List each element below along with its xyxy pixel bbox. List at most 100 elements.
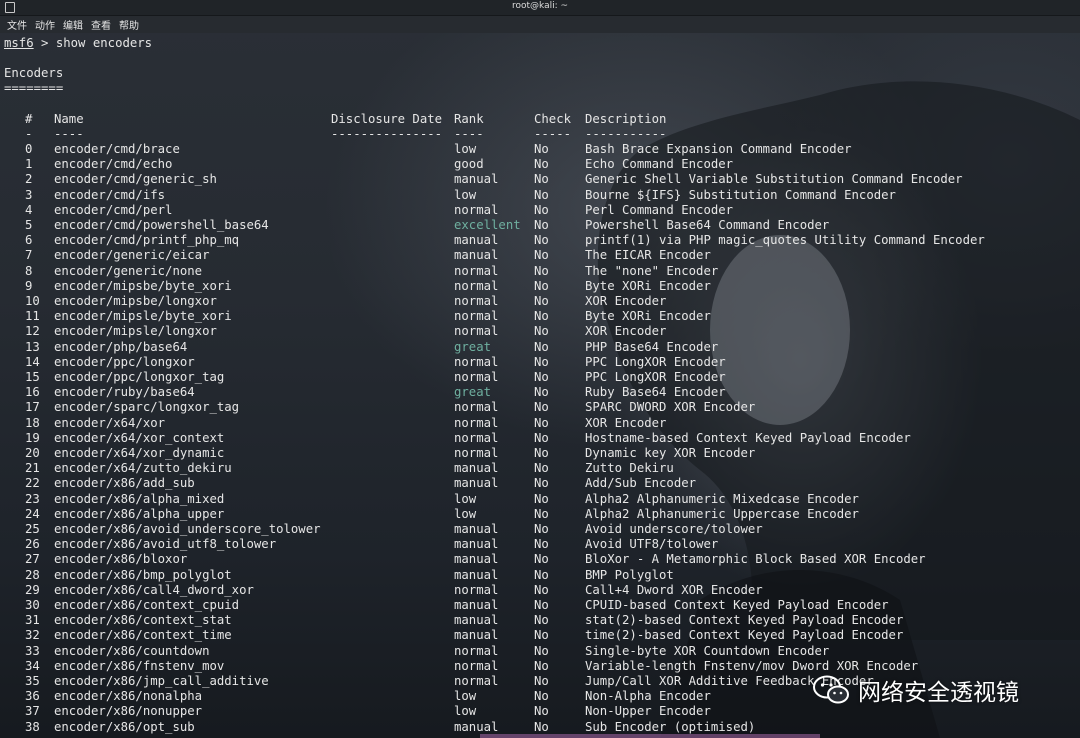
header-rank: Rank: [454, 112, 484, 126]
row-num: 35: [25, 674, 40, 688]
row-num: 9: [25, 278, 33, 293]
row-rank: manual: [454, 248, 499, 263]
row-num: 30: [25, 598, 40, 612]
row-name: encoder/cmd/powershell_base64: [54, 218, 269, 232]
prompt-separator: >: [33, 36, 56, 50]
row-rank: normal: [454, 263, 499, 278]
row-name: encoder/x64/zutto_dekiru: [54, 461, 232, 476]
row-desc: Non-Upper Encoder: [585, 704, 711, 719]
row-desc: Avoid underscore/tolower: [585, 522, 763, 536]
row-rank: normal: [454, 324, 499, 339]
row-desc: BloXor - A Metamorphic Block Based XOR E…: [585, 552, 926, 567]
watermark: 网络安全透视镜: [812, 674, 1019, 706]
table-row: 30 encoder/x86/context_cpuid manual No CPUID…: [0, 598, 1080, 613]
table-row: 17 encoder/sparc/longxor_tag normal No SPARC…: [0, 400, 1080, 415]
menu-action[interactable]: 动作: [35, 17, 55, 32]
row-rank: excellent: [454, 218, 521, 232]
table-row: 5 encoder/cmd/powershell_base64 excellent N…: [0, 218, 1080, 233]
row-desc: Single-byte XOR Countdown Encoder: [585, 643, 830, 658]
row-name: encoder/mipsle/byte_xori: [54, 309, 232, 324]
table-row: 15 encoder/ppc/longxor_tag normal No PPC Lon…: [0, 370, 1080, 385]
watermark-text: 网络安全透视镜: [858, 680, 1019, 706]
row-num: 19: [25, 430, 40, 445]
row-name: encoder/mipsle/longxor: [54, 324, 217, 339]
row-num: 4: [25, 202, 33, 217]
row-num: 28: [25, 567, 40, 582]
row-name: encoder/sparc/longxor_tag: [54, 400, 240, 415]
table-row: 9 encoder/mipsbe/byte_xori normal No Byte XO…: [0, 279, 1080, 294]
row-desc: Generic Shell Variable Substitution Comm…: [585, 172, 963, 187]
row-rank: manual: [454, 719, 499, 734]
row-num: 13: [25, 339, 40, 354]
row-rank: manual: [454, 522, 499, 536]
row-rank: normal: [454, 294, 499, 308]
row-num: 3: [25, 187, 33, 202]
row-name: encoder/generic/eicar: [54, 248, 210, 263]
row-num: 2: [25, 172, 33, 187]
row-num: 18: [25, 415, 40, 430]
row-check: No: [534, 613, 549, 628]
row-name: encoder/x86/bloxor: [54, 552, 188, 567]
row-desc: printf(1) via PHP magic_quotes Utility C…: [585, 233, 985, 248]
row-check: No: [534, 202, 549, 217]
table-row: 10 encoder/mipsbe/longxor normal No XOR Enco…: [0, 294, 1080, 309]
menu-file[interactable]: 文件: [7, 17, 27, 32]
header-num: #: [25, 112, 33, 126]
table-row: 16 encoder/ruby/base64 great No Ruby Base64 …: [0, 385, 1080, 400]
row-desc: The "none" Encoder: [585, 263, 719, 278]
row-num: 31: [25, 613, 40, 628]
row-check: No: [534, 415, 549, 430]
row-check: No: [534, 233, 549, 248]
header-check: Check: [534, 112, 572, 126]
row-num: 12: [25, 324, 40, 339]
row-rank: normal: [454, 309, 499, 324]
row-desc: Bash Brace Expansion Command Encoder: [585, 142, 852, 156]
row-check: No: [534, 263, 549, 278]
menu-view[interactable]: 查看: [91, 17, 111, 32]
row-rank: normal: [454, 674, 499, 688]
row-desc: Powershell Base64 Command Encoder: [585, 218, 830, 232]
table-row: 27 encoder/x86/bloxor manual No BloXor - A M…: [0, 552, 1080, 567]
row-num: 29: [25, 582, 40, 597]
row-num: 25: [25, 522, 40, 536]
row-num: 10: [25, 294, 40, 308]
header-date: Disclosure Date: [331, 112, 443, 126]
row-rank: good: [454, 157, 484, 172]
row-desc: XOR Encoder: [585, 294, 667, 308]
row-desc: Alpha2 Alphanumeric Uppercase Encoder: [585, 506, 859, 521]
row-num: 37: [25, 704, 40, 719]
table-row: 25 encoder/x86/avoid_underscore_tolower ma…: [0, 522, 1080, 537]
row-check: No: [534, 704, 549, 719]
row-check: No: [534, 278, 549, 293]
row-name: encoder/x86/nonupper: [54, 704, 203, 719]
table-header-rule: - ---- --------------- ---- ----- ------…: [0, 127, 1080, 142]
row-check: No: [534, 142, 549, 156]
row-check: No: [534, 537, 549, 552]
table-row: 13 encoder/php/base64 great No PHP Base64 En…: [0, 340, 1080, 355]
row-check: No: [534, 719, 549, 734]
row-rank: low: [454, 506, 477, 521]
table-row: 28 encoder/x86/bmp_polyglot manual No BMP Po…: [0, 568, 1080, 583]
row-check: No: [534, 324, 549, 339]
row-desc: Hostname-based Context Keyed Payload Enc…: [585, 430, 911, 445]
table-row: 2 encoder/cmd/generic_sh manual No Generic S…: [0, 172, 1080, 187]
menu-help[interactable]: 帮助: [119, 17, 139, 32]
terminal-output[interactable]: msf6 > show encoders Encoders ======== #…: [0, 33, 1080, 738]
row-name: encoder/cmd/ifs: [54, 187, 166, 202]
row-name: encoder/x64/xor_dynamic: [54, 446, 225, 460]
menu-edit[interactable]: 编辑: [63, 17, 83, 32]
row-desc: XOR Encoder: [585, 415, 667, 430]
row-name: encoder/x64/xor_context: [54, 430, 225, 445]
rule-rank: ----: [454, 127, 484, 141]
row-check: No: [534, 309, 549, 324]
row-rank: normal: [454, 400, 499, 415]
row-check: No: [534, 172, 549, 187]
row-check: No: [534, 248, 549, 263]
rule-check: -----: [534, 127, 572, 141]
row-check: No: [534, 461, 549, 476]
row-name: encoder/generic/none: [54, 263, 203, 278]
wechat-icon: [813, 675, 849, 704]
row-name: encoder/x86/context_stat: [54, 613, 232, 628]
table-row: 8 encoder/generic/none normal No The "none" …: [0, 264, 1080, 279]
window-titlebar[interactable]: root@kali: ~: [0, 0, 1080, 16]
